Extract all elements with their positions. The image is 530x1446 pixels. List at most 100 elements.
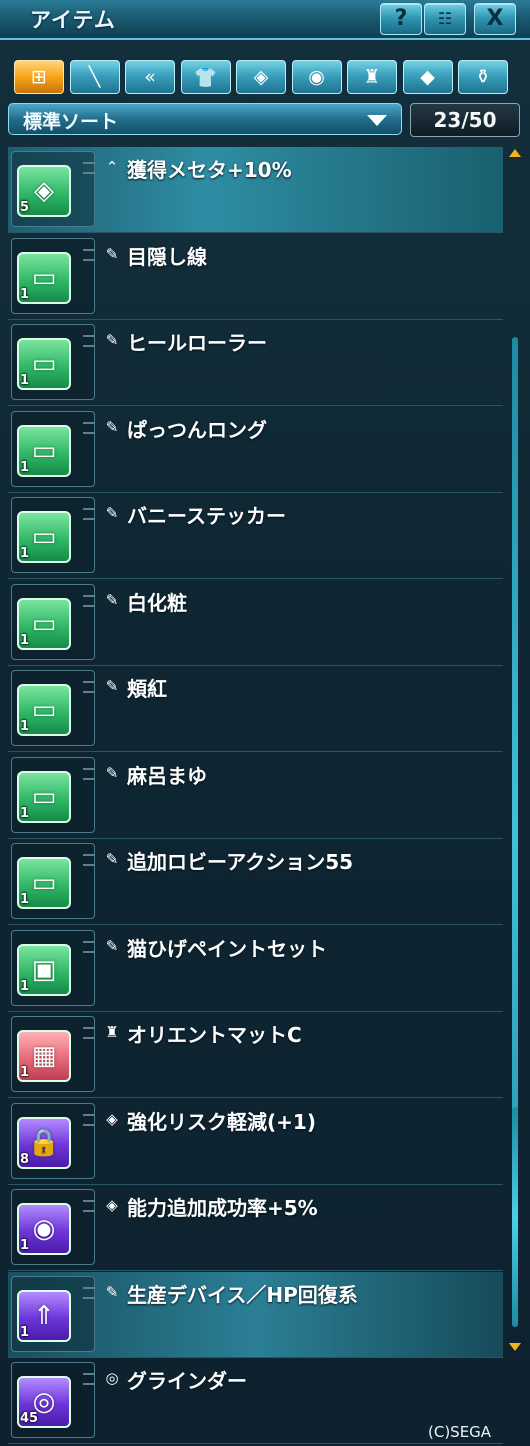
list-item[interactable]: ▭ 1 ✎ バニーステッカー <box>8 493 503 579</box>
bag-icon: ⚱ <box>475 66 491 88</box>
item-name: 麻呂まゆ <box>127 763 207 788</box>
stack-icon <box>83 1200 95 1212</box>
chair-icon: ♜ <box>363 66 381 88</box>
tab-diamond[interactable]: ◆ <box>402 60 453 94</box>
item-icon-frame: ▣ 1 <box>11 929 95 1006</box>
category-icon: ✎ <box>105 244 119 263</box>
item-icon-frame: ⇑ 1 <box>11 1275 95 1352</box>
list-item[interactable]: ▦ 1 ♜ オリエントマットC <box>8 1012 503 1098</box>
help-button[interactable]: ? <box>380 3 422 35</box>
settings-button[interactable]: ☷ <box>424 3 466 35</box>
category-icon: ✎ <box>105 763 119 782</box>
list-item[interactable]: ▭ 1 ✎ 麻呂まゆ <box>8 753 503 839</box>
tab-disc[interactable]: ◉ <box>291 60 342 94</box>
tab-chair[interactable]: ♜ <box>347 60 397 94</box>
item-icon: ▭ 1 <box>17 511 71 563</box>
item-icon: ▭ 1 <box>17 424 71 477</box>
item-name: 目隠し線 <box>127 244 207 269</box>
list-item[interactable]: ▭ 1 ✎ 白化粧 <box>8 580 503 666</box>
category-icon: ✎ <box>105 1282 119 1301</box>
scroll-up-arrow-icon[interactable] <box>509 149 521 157</box>
tab-bag[interactable]: ⚱ <box>458 60 508 94</box>
item-name: 獲得メセタ+10% <box>127 158 292 182</box>
category-icon: ✎ <box>105 331 119 349</box>
scrollbar-thumb[interactable] <box>512 1107 518 1327</box>
dual-blade-icon: « <box>144 66 156 88</box>
category-icon: ✎ <box>105 850 119 868</box>
item-icon-frame: ▭ 1 <box>11 843 95 919</box>
list-item[interactable]: 🔒 8 ◈ 強化リスク軽減(+1) <box>8 1099 503 1185</box>
item-icon-frame: ▭ 1 <box>11 324 95 400</box>
stack-icon <box>83 1286 95 1299</box>
item-icon-frame: ▭ 1 <box>11 583 95 660</box>
stack-icon <box>83 767 95 780</box>
category-icon: ◎ <box>105 1369 119 1387</box>
category-icon: ◈ <box>106 1109 118 1128</box>
list-item[interactable]: ▭ 1 ✎ 頬紅 <box>8 666 503 752</box>
title-bar: アイテム ? ☷ X <box>0 0 530 40</box>
list-item[interactable]: ▭ 1 ✎ ヒールローラー <box>8 320 503 406</box>
disc-icon: ◉ <box>308 66 325 88</box>
scrollbar[interactable] <box>508 147 522 1357</box>
item-name: 追加ロビーアクション55 <box>127 850 354 874</box>
item-quantity: 1 <box>20 286 30 302</box>
item-icon: ▣ 1 <box>17 943 71 996</box>
stack-icon <box>83 1373 95 1385</box>
item-quantity: 1 <box>20 892 30 907</box>
diamond-icon: ◆ <box>420 66 435 88</box>
item-icon-frame: ◈ 5 <box>11 151 95 227</box>
item-quantity: 5 <box>20 200 30 215</box>
stack-icon <box>83 681 95 693</box>
item-icon-frame: ▭ 1 <box>11 756 95 833</box>
item-icon-frame: 🔒 8 <box>11 1102 95 1179</box>
item-icon: ▭ 1 <box>17 597 71 650</box>
stack-icon <box>83 508 95 520</box>
chevron-down-icon <box>367 115 387 126</box>
item-quantity: 1 <box>20 805 30 821</box>
tab-sword[interactable]: ╲ <box>69 60 120 94</box>
tab-tag[interactable]: ◈ <box>236 60 286 94</box>
sword-icon: ╲ <box>88 66 101 88</box>
item-quantity: 1 <box>20 632 30 648</box>
item-quantity: 1 <box>20 459 30 475</box>
category-icon: ♜ <box>105 1023 119 1041</box>
tab-dual-blade[interactable]: « <box>125 60 175 94</box>
list-item[interactable]: ▭ 1 ✎ ぱっつんロング <box>8 407 503 493</box>
item-icon: ◈ 5 <box>17 165 71 217</box>
item-name: 能力追加成功率+5% <box>127 1196 318 1220</box>
stack-icon <box>83 335 95 347</box>
tab-grid[interactable]: ⊞ <box>14 60 64 94</box>
close-button[interactable]: X <box>474 3 516 35</box>
item-quantity: 1 <box>20 1238 30 1253</box>
item-icon: ▭ 1 <box>17 338 71 390</box>
item-icon: ▭ 1 <box>17 251 71 304</box>
list-item[interactable]: ⇑ 1 ✎ 生産デバイス／HP回復系 <box>8 1271 503 1358</box>
item-icon-frame: ◉ 1 <box>11 1189 95 1265</box>
scroll-down-arrow-icon[interactable] <box>509 1343 521 1351</box>
item-icon: ⇑ 1 <box>17 1289 71 1342</box>
sort-dropdown[interactable]: 標準ソート <box>8 103 402 135</box>
item-icon-frame: ▭ 1 <box>11 670 95 746</box>
item-quantity: 1 <box>20 1324 30 1340</box>
item-icon: ▦ 1 <box>17 1030 71 1082</box>
list-item[interactable]: ▭ 1 ✎ 目隠し線 <box>8 234 503 320</box>
category-icon: ✎ <box>105 417 119 436</box>
item-name: 白化粧 <box>127 590 187 615</box>
tab-shirt[interactable]: 👕 <box>180 60 231 94</box>
category-icon: ⌃ <box>105 158 119 176</box>
list-item[interactable]: ◉ 1 ◈ 能力追加成功率+5% <box>8 1185 503 1271</box>
item-count: 23/50 <box>410 103 520 137</box>
item-quantity: 8 <box>20 1151 30 1167</box>
item-icon: ▭ 1 <box>17 857 71 909</box>
item-quantity: 45 <box>20 1411 39 1426</box>
stack-icon <box>83 594 95 607</box>
stack-icon <box>83 162 95 174</box>
tag-icon: ◈ <box>253 66 269 88</box>
category-icon: ✎ <box>105 590 119 609</box>
list-item[interactable]: ▭ 1 ✎ 追加ロビーアクション55 <box>8 839 503 925</box>
list-item[interactable]: ◈ 5 ⌃ 獲得メセタ+10% <box>8 147 503 233</box>
list-settings-icon: ☷ <box>437 9 453 28</box>
category-tabs: ⊞ ╲ « 👕 ◈ ◉ ♜ ◆ ⚱ <box>14 60 514 96</box>
item-name: ぱっつんロング <box>127 417 267 442</box>
list-item[interactable]: ▣ 1 ✎ 猫ひげペイントセット <box>8 926 503 1012</box>
